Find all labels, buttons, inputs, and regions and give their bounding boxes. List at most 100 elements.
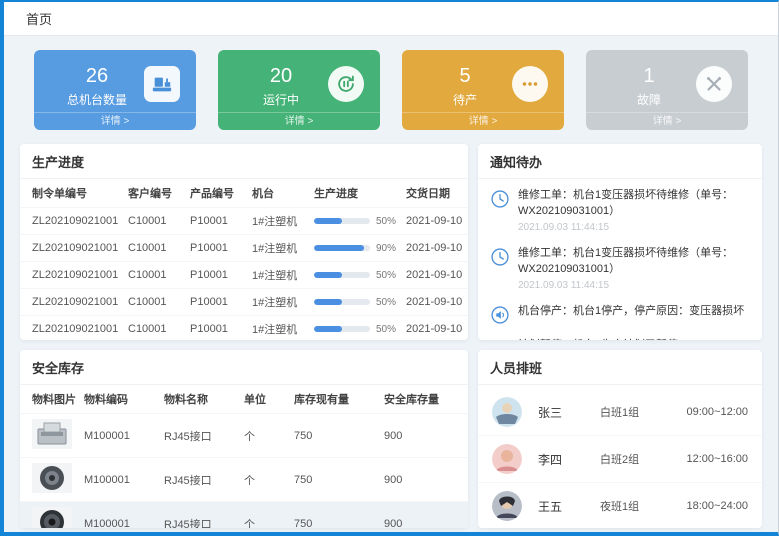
stat-value: 20: [234, 65, 328, 87]
material-code-cell: M100001: [80, 458, 160, 502]
customer-number-cell: C10001: [124, 289, 186, 316]
notification-text: 维修工单：机台1变压器损坏待维修（单号：WX202109031001）: [518, 246, 750, 278]
production-table-row[interactable]: ZL202109021001 C10001 P10001 1#注塑机 50% 2…: [20, 262, 468, 289]
unit-cell: 个: [240, 502, 290, 529]
notifications-panel: 通知待办 维修工单：机台1变压器损坏待维修（单号：WX202109031001）…: [478, 144, 762, 340]
stat-value: 5: [418, 65, 512, 87]
machine-cell: 1#注塑机: [248, 208, 310, 235]
column-header: 机台: [248, 179, 310, 208]
column-header: 客户编号: [124, 179, 186, 208]
safety-stock-row[interactable]: M100001 RJ45接口 个 750 900: [20, 502, 468, 529]
notification-body: 计划暂停：机台1生产计划已暂停 2021.09.03 11:44:15: [518, 338, 678, 340]
avatar: [492, 397, 522, 427]
notification-time: 2021.09.03 11:44:15: [518, 222, 750, 233]
product-number-cell: P10001: [186, 208, 248, 235]
production-table-row[interactable]: ZL202109021001 C10001 P10001 1#注塑机 50% 2…: [20, 208, 468, 235]
product-number-cell: P10001: [186, 262, 248, 289]
production-table: 制令单编号客户编号产品编号机台生产进度交货日期 ZL202109021001 C…: [20, 179, 468, 340]
stat-label: 运行中: [234, 91, 328, 108]
staff-schedule-row[interactable]: 李四 白班2组 12:00~16:00: [478, 435, 762, 482]
notification-item[interactable]: 维修工单：机台1变压器损坏待维修（单号：WX202109031001） 2021…: [478, 239, 762, 297]
production-table-row[interactable]: ZL202109021001 C10001 P10001 1#注塑机 50% 2…: [20, 316, 468, 341]
stat-card-waiting[interactable]: 5 待产 详情 >: [402, 50, 564, 130]
staff-schedule-panel-title: 人员排班: [478, 350, 762, 385]
progress-cell: 50%: [310, 289, 402, 316]
progress-percent: 50%: [376, 270, 396, 281]
stat-label: 待产: [418, 91, 512, 108]
column-header: 单位: [240, 385, 290, 414]
clock-icon: [490, 189, 510, 209]
stat-text: 20 运行中: [234, 57, 328, 108]
staff-time: 18:00~24:00: [687, 500, 748, 512]
stat-card-running[interactable]: 20 运行中 详情 >: [218, 50, 380, 130]
stat-detail-link[interactable]: 详情 >: [402, 112, 564, 130]
stat-card-total[interactable]: 26 总机台数量 详情 >: [34, 50, 196, 130]
column-header: 安全库存量: [380, 385, 468, 414]
safety-stock-panel-title: 安全库存: [20, 350, 468, 385]
machine-cell: 1#注塑机: [248, 235, 310, 262]
stat-detail-link[interactable]: 详情 >: [218, 112, 380, 130]
stat-label: 总机台数量: [50, 91, 144, 108]
notification-time: 2021.09.03 11:44:15: [518, 280, 750, 291]
notification-item[interactable]: 维修工单：机台1变压器损坏待维修（单号：WX202109031001） 2021…: [478, 181, 762, 239]
order-number-cell: ZL202109021001: [20, 289, 124, 316]
stat-text: 5 待产: [418, 57, 512, 108]
speaker-icon: [490, 305, 510, 325]
staff-schedule-list: 张三 白班1组 09:00~12:00 李四 白班2组 12:00~16:00 …: [478, 385, 762, 528]
stock-on-hand-cell: 750: [290, 458, 380, 502]
staff-time: 09:00~12:00: [687, 406, 748, 418]
stat-cards-row: 26 总机台数量 详情 > 20 运行中 详情 > 5 待产 详情 > 1 故障…: [34, 50, 748, 130]
stat-value: 1: [602, 65, 696, 87]
app-window: 首页 26 总机台数量 详情 > 20 运行中 详情 > 5 待产 详情 > 1…: [0, 0, 779, 536]
stat-detail-link[interactable]: 详情 >: [586, 112, 748, 130]
stat-text: 1 故障: [602, 57, 696, 108]
progress-percent: 50%: [376, 324, 396, 335]
safety-stock-row[interactable]: M100001 RJ45接口 个 750 900: [20, 458, 468, 502]
tools-icon: [696, 66, 732, 102]
avatar: [492, 444, 522, 474]
product-number-cell: P10001: [186, 316, 248, 341]
progress-cell: 90%: [310, 235, 402, 262]
tab-home[interactable]: 首页: [26, 9, 52, 28]
staff-schedule-row[interactable]: 张三 白班1组 09:00~12:00: [478, 389, 762, 435]
production-panel-title: 生产进度: [20, 144, 468, 179]
material-name-cell: RJ45接口: [160, 458, 240, 502]
safety-stock-table-header: 物料图片物料编码物料名称单位库存现有量安全库存量: [20, 385, 468, 414]
progress-bar: [314, 299, 370, 305]
staff-schedule-row[interactable]: 王五 夜班1组 18:00~24:00: [478, 482, 762, 528]
notification-body: 维修工单：机台1变压器损坏待维修（单号：WX202109031001） 2021…: [518, 188, 750, 233]
notifications-panel-title: 通知待办: [478, 144, 762, 179]
notification-item[interactable]: 机台停产：机台1停产，停产原因：变压器损坏: [478, 297, 762, 331]
stat-value: 26: [50, 65, 144, 87]
material-image-cell: [20, 414, 80, 458]
notification-text: 机台停产：机台1停产，停产原因：变压器损坏: [518, 304, 744, 320]
dashboard-grid: 生产进度 制令单编号客户编号产品编号机台生产进度交货日期 ZL202109021…: [20, 144, 762, 528]
safety-stock-table: 物料图片物料编码物料名称单位库存现有量安全库存量 M100001 RJ45接口 …: [20, 385, 468, 528]
stat-card-fault[interactable]: 1 故障 详情 >: [586, 50, 748, 130]
staff-shift: 白班1组: [600, 404, 671, 420]
staff-name: 王五: [538, 498, 584, 515]
staff-schedule-panel: 人员排班 张三 白班1组 09:00~12:00 李四 白班2组 12:00~1…: [478, 350, 762, 528]
material-name-cell: RJ45接口: [160, 414, 240, 458]
progress-percent: 50%: [376, 216, 396, 227]
speaker-icon: [490, 339, 510, 340]
speaker-photo: [32, 507, 72, 528]
unit-cell: 个: [240, 414, 290, 458]
customer-number-cell: C10001: [124, 262, 186, 289]
stat-text: 26 总机台数量: [50, 57, 144, 108]
column-header: 物料编码: [80, 385, 160, 414]
order-number-cell: ZL202109021001: [20, 262, 124, 289]
notification-item[interactable]: 计划暂停：机台1生产计划已暂停 2021.09.03 11:44:15: [478, 331, 762, 340]
staff-shift: 夜班1组: [600, 498, 671, 514]
unit-cell: 个: [240, 458, 290, 502]
topbar: 首页: [4, 2, 778, 36]
clock-icon: [490, 247, 510, 267]
production-table-row[interactable]: ZL202109021001 C10001 P10001 1#注塑机 50% 2…: [20, 289, 468, 316]
stat-detail-link[interactable]: 详情 >: [34, 112, 196, 130]
notification-body: 维修工单：机台1变压器损坏待维修（单号：WX202109031001） 2021…: [518, 246, 750, 291]
progress-bar: [314, 326, 370, 332]
safety-stock-cell: 900: [380, 414, 468, 458]
delivery-date-cell: 2021-09-10: [402, 262, 468, 289]
safety-stock-row[interactable]: M100001 RJ45接口 个 750 900: [20, 414, 468, 458]
production-table-row[interactable]: ZL202109021001 C10001 P10001 1#注塑机 90% 2…: [20, 235, 468, 262]
